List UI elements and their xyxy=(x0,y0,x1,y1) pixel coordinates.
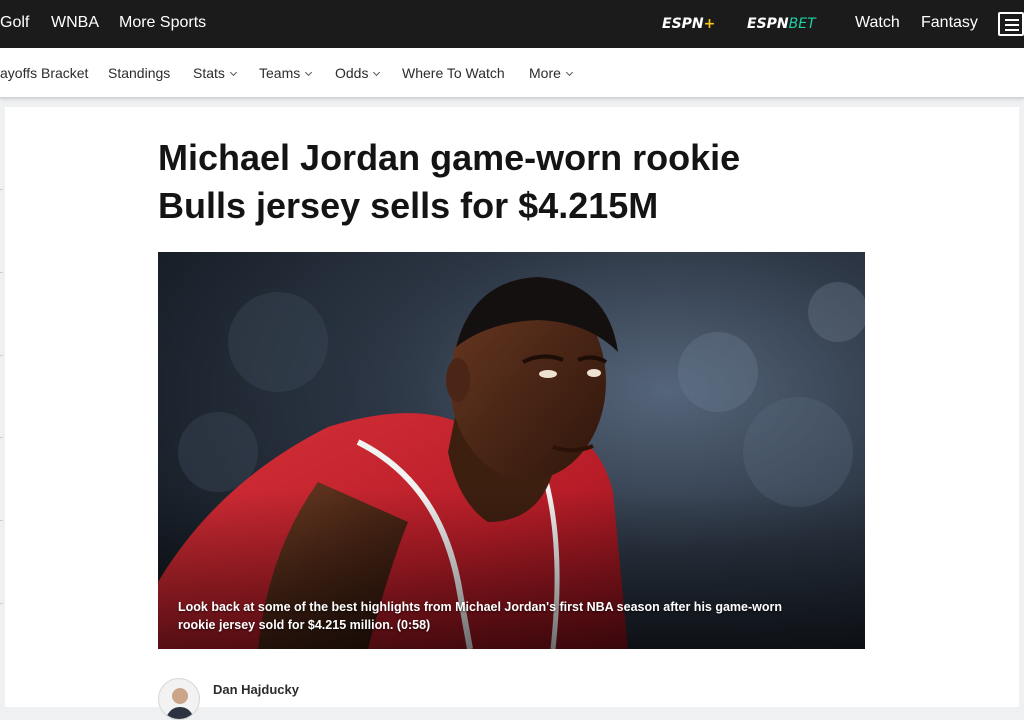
subnav-more[interactable]: More xyxy=(529,65,573,81)
subnav-standings[interactable]: Standings xyxy=(108,65,170,81)
hero-video[interactable]: Look back at some of the best highlights… xyxy=(158,252,865,649)
headline-line-1: Michael Jordan game-worn rookie xyxy=(158,137,741,178)
nav-more-sports[interactable]: More Sports xyxy=(119,14,206,32)
nav-wnba[interactable]: WNBA xyxy=(51,14,99,32)
espn-plus-logo[interactable]: ESPN+ xyxy=(662,16,715,32)
nav-fantasy[interactable]: Fantasy xyxy=(921,14,978,32)
hero-image xyxy=(158,252,865,649)
subnav-label: Standings xyxy=(108,65,171,81)
espn-bet-logo-text: ESPN xyxy=(747,16,789,32)
menu-icon[interactable] xyxy=(998,12,1024,36)
author-avatar xyxy=(158,678,200,720)
author-name: Dan Hajducky xyxy=(213,682,299,697)
top-nav: Golf WNBA More Sports ESPN+ ESPNBET Watc… xyxy=(0,0,1024,48)
chevron-down-icon xyxy=(229,68,237,77)
headline-line-2: Bulls jersey sells for $4.215M xyxy=(158,185,659,226)
nav-golf[interactable]: Golf xyxy=(0,14,29,32)
sub-nav: ayoffs Bracket Standings Stats Teams Odd… xyxy=(0,48,1024,98)
chevron-down-icon xyxy=(373,68,381,77)
article-headline: Michael Jordan game-worn rookie Bulls je… xyxy=(158,134,858,230)
subnav-label: ayoffs Bracket xyxy=(0,65,89,81)
nav-watch[interactable]: Watch xyxy=(855,14,900,32)
video-caption: Look back at some of the best highlights… xyxy=(178,600,783,632)
espn-bet-logo[interactable]: ESPNBET xyxy=(747,16,816,32)
espn-plus-logo-text: ESPN xyxy=(662,16,704,32)
subnav-label: More xyxy=(529,65,561,81)
chevron-down-icon xyxy=(565,68,573,77)
subnav-label: Teams xyxy=(259,65,301,81)
subnav-stats[interactable]: Stats xyxy=(193,65,237,81)
chevron-down-icon xyxy=(305,68,313,77)
subnav-teams[interactable]: Teams xyxy=(259,65,313,81)
subnav-odds[interactable]: Odds xyxy=(335,65,381,81)
left-edge-strip xyxy=(0,107,4,707)
subnav-label: Odds xyxy=(335,65,369,81)
subnav-label: Stats xyxy=(193,65,225,81)
subnav-where-to-watch[interactable]: Where To Watch xyxy=(402,65,505,81)
subnav-label: Where To Watch xyxy=(402,65,505,81)
subnav-playoffs-bracket[interactable]: ayoffs Bracket xyxy=(0,65,88,81)
espn-plus-logo-suffix: + xyxy=(703,16,716,32)
espn-bet-logo-suffix: BET xyxy=(788,16,816,32)
